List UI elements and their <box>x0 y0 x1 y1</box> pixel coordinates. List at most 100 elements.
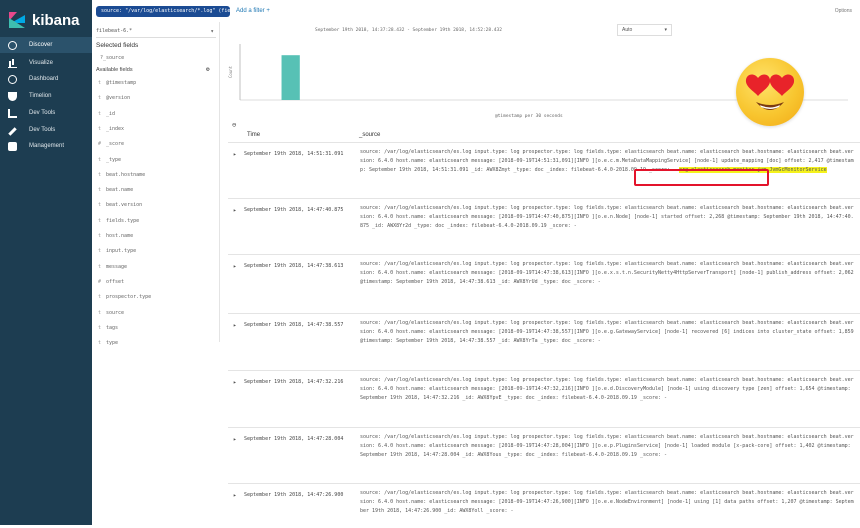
field-type-icon: t <box>98 340 102 347</box>
field-sidebar: filebeat-6.* ▾ Selected fields ?_source … <box>92 22 220 346</box>
compass-icon <box>8 40 17 50</box>
field-type-icon: t <box>98 125 102 132</box>
nav-item-discover[interactable]: Discover <box>0 37 92 53</box>
table-row[interactable]: ▸ September 19th 2018, 14:47:26.900 source… <box>228 483 860 528</box>
row-source-text: source: /var/log/elasticsearch/es.log in… <box>360 434 854 459</box>
expand-row-chevron-icon[interactable]: ▸ <box>233 436 237 443</box>
bar-chart-icon <box>8 59 17 68</box>
table-row[interactable]: ▸ September 19th 2018, 14:47:28.004 source… <box>228 427 860 483</box>
nav-item-timelion[interactable]: Timelion <box>0 88 92 104</box>
selected-field-source[interactable]: ?_source <box>100 55 124 61</box>
field-type-icon: t <box>98 171 102 178</box>
field-item[interactable]: t type <box>98 340 118 346</box>
field-item[interactable]: t fields.type <box>98 218 139 224</box>
row-source: source: /var/log/elasticsearch/es.log in… <box>360 376 856 404</box>
field-item[interactable]: t host.name <box>98 233 133 239</box>
expand-row-chevron-icon[interactable]: ▸ <box>233 151 237 158</box>
options-link[interactable]: Options <box>835 8 852 14</box>
field-type-icon: t <box>98 233 102 239</box>
field-item[interactable]: t beat.hostname <box>98 172 145 178</box>
field-type-icon: t <box>98 294 102 301</box>
field-type-icon: t <box>98 110 102 117</box>
available-fields-heading: Available fields <box>96 67 133 73</box>
nav-item-dev-tools-1[interactable]: Dev Tools <box>0 105 92 121</box>
shield-icon <box>8 91 17 101</box>
field-name: offset <box>106 278 125 285</box>
row-source-text: source: /var/log/elasticsearch/es.log in… <box>360 377 854 402</box>
nav-item-dashboard[interactable]: Dashboard <box>0 71 92 87</box>
expand-row-chevron-icon[interactable]: ▸ <box>233 492 237 499</box>
field-name: _score <box>106 141 125 148</box>
table-row[interactable]: ▸ September 19th 2018, 14:47:38.557 source… <box>228 313 860 370</box>
field-item[interactable]: # _score <box>98 141 124 147</box>
nav-item-dev-tools-2[interactable]: Dev Tools <box>0 122 92 138</box>
brand-name: kibana <box>32 11 80 29</box>
gear-icon <box>8 141 17 151</box>
heart-eyes-emoji-icon <box>736 58 804 126</box>
field-item[interactable]: t beat.name <box>98 187 133 193</box>
column-header-source[interactable]: _source <box>359 132 380 138</box>
expand-row-chevron-icon[interactable]: ▸ <box>233 322 237 329</box>
field-type-icon: t <box>98 263 102 270</box>
field-item[interactable]: t @timestamp <box>98 80 136 86</box>
row-source: source: /var/log/elasticsearch/es.log in… <box>360 433 856 461</box>
kibana-brand[interactable]: kibana <box>9 8 80 32</box>
index-pattern-select[interactable]: filebeat-6.* ▾ <box>96 28 216 38</box>
field-item[interactable]: # offset <box>98 279 124 285</box>
nav-item-visualize[interactable]: Visualize <box>0 55 92 71</box>
collapse-chart-icon[interactable]: ⊖ <box>232 121 236 129</box>
field-type-icon: t <box>98 95 102 102</box>
field-name: prospector.type <box>106 294 152 301</box>
histogram-x-label: @timestamp per 30 seconds <box>495 114 563 119</box>
field-type-icon: t <box>98 187 102 194</box>
nav-item-management[interactable]: Management <box>0 138 92 154</box>
field-name: host.name <box>106 233 134 239</box>
field-item[interactable]: t input.type <box>98 248 136 254</box>
field-name: beat.version <box>106 202 143 209</box>
field-item[interactable]: t @version <box>98 95 130 101</box>
interval-value: Auto <box>622 27 633 33</box>
wrench-icon <box>8 127 17 136</box>
field-name: message <box>106 263 128 270</box>
field-item[interactable]: t source <box>98 310 124 316</box>
field-settings-gear-icon[interactable]: ⚙ <box>206 66 210 73</box>
table-row[interactable]: ▸ September 19th 2018, 14:47:40.875 source… <box>228 198 860 254</box>
row-source: source: /var/log/elasticsearch/es.log in… <box>360 204 856 232</box>
index-pattern-value: filebeat-6.* <box>96 28 133 34</box>
field-item[interactable]: t beat.version <box>98 202 142 208</box>
column-header-time[interactable]: Time <box>247 132 260 138</box>
field-type-icon: t <box>98 309 102 316</box>
nav-item-label: Discover <box>29 42 53 48</box>
selected-fields-heading: Selected fields <box>96 42 139 49</box>
y-axis-label: Count <box>228 65 233 78</box>
expand-row-chevron-icon[interactable]: ▸ <box>233 379 237 386</box>
chevron-down-icon: ▾ <box>664 27 667 33</box>
field-item[interactable]: t _id <box>98 111 115 117</box>
field-name: type <box>106 340 119 347</box>
expand-row-chevron-icon[interactable]: ▸ <box>233 263 237 270</box>
table-row[interactable]: ▸ September 19th 2018, 14:47:32.216 source… <box>228 370 860 427</box>
field-name: _index <box>106 125 125 132</box>
interval-select[interactable]: Auto ▾ <box>617 24 672 36</box>
field-name: @timestamp <box>106 80 137 86</box>
row-timestamp: September 19th 2018, 14:47:28.004 <box>244 436 344 442</box>
gauge-icon <box>8 74 17 84</box>
nav-item-label: Dashboard <box>29 76 59 82</box>
field-type-icon: # <box>98 278 102 285</box>
histogram-bar[interactable] <box>281 55 300 100</box>
field-item[interactable]: t prospector.type <box>98 294 151 300</box>
field-name: input.type <box>106 248 137 255</box>
field-type-icon: t <box>98 324 102 331</box>
chevron-down-icon: ▾ <box>210 28 214 35</box>
field-item[interactable]: t message <box>98 264 127 270</box>
add-filter-link[interactable]: Add a filter + <box>236 8 270 14</box>
table-row[interactable]: ▸ September 19th 2018, 14:47:38.613 source… <box>228 254 860 313</box>
field-name: fields.type <box>106 217 140 224</box>
expand-row-chevron-icon[interactable]: ▸ <box>233 207 237 214</box>
filter-bar: source: "/var/log/elasticsearch/*.log" (… <box>92 0 860 22</box>
field-item[interactable]: t _type <box>98 157 121 163</box>
row-timestamp: September 19th 2018, 14:47:40.875 <box>244 207 344 213</box>
filter-pill[interactable]: source: "/var/log/elasticsearch/*.log" (… <box>96 6 230 17</box>
field-item[interactable]: t tags <box>98 325 118 331</box>
field-item[interactable]: t _index <box>98 126 124 132</box>
